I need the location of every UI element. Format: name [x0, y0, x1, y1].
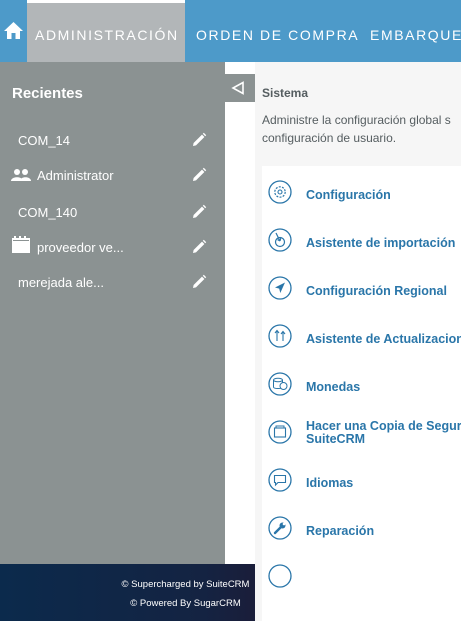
partial-item-icon — [268, 564, 292, 588]
admin-item-label[interactable]: Configuración Regional — [306, 284, 447, 298]
admin-item-label[interactable]: Idiomas — [306, 476, 353, 490]
admin-item-reparacion[interactable]: Reparación — [262, 510, 461, 554]
currencies-icon — [268, 372, 292, 396]
admin-item-actualizacion[interactable]: Asistente de Actualizacion — [262, 318, 461, 362]
recent-item[interactable]: COM_14 — [0, 126, 225, 156]
tab-orden-de-compra[interactable]: ORDEN DE COMPRA — [196, 0, 359, 62]
triangle-left-icon — [231, 81, 244, 95]
section-title: Sistema — [262, 86, 309, 100]
recent-item[interactable]: proveedor ve... — [0, 233, 225, 263]
admin-item-label[interactable]: Hacer una Copia de Segurid SuiteCRM — [306, 420, 461, 446]
admin-item-label[interactable]: Configuración — [306, 188, 391, 202]
recent-item-label[interactable]: COM_14 — [18, 133, 70, 148]
pencil-icon[interactable] — [191, 167, 207, 183]
tab-embarque[interactable]: EMBARQUE — [370, 0, 461, 62]
admin-panel: Configuración Asistente de importación C… — [262, 166, 461, 636]
gear-icon — [268, 180, 292, 204]
pencil-icon[interactable] — [191, 132, 207, 148]
recent-item-label[interactable]: proveedor ve... — [37, 240, 124, 255]
recent-item-label[interactable]: merejada ale... — [18, 275, 104, 290]
admin-item-copia-de-seguridad[interactable]: Hacer una Copia de Segurid SuiteCRM — [262, 414, 461, 458]
calendar-icon — [12, 236, 30, 253]
admin-item-configuracion[interactable]: Configuración — [262, 174, 461, 218]
admin-item-monedas[interactable]: Monedas — [262, 366, 461, 410]
recent-item[interactable]: COM_140 — [0, 198, 225, 228]
sidebar-recent: Recientes COM_14 Administrator COM_140 p… — [0, 62, 225, 564]
admin-item-partial[interactable] — [262, 558, 461, 602]
admin-item-configuracion-regional[interactable]: Configuración Regional — [262, 270, 461, 314]
recent-item[interactable]: Administrator — [0, 161, 225, 191]
import-icon — [268, 228, 292, 252]
pencil-icon[interactable] — [191, 274, 207, 290]
admin-item-label[interactable]: Asistente de Actualizacion — [306, 332, 461, 346]
home-icon — [4, 22, 23, 39]
upgrade-icon — [268, 324, 292, 348]
languages-icon — [268, 468, 292, 492]
home-button[interactable] — [0, 0, 27, 62]
top-navigation: ADMINISTRACIÓN ORDEN DE COMPRA EMBARQUE — [0, 0, 461, 62]
admin-item-idiomas[interactable]: Idiomas — [262, 462, 461, 506]
section-description: Administre la configuración global s con… — [262, 113, 451, 145]
recent-item[interactable]: merejada ale... — [0, 268, 225, 298]
admin-item-label[interactable]: Asistente de importación — [306, 236, 455, 250]
location-arrow-icon — [268, 276, 292, 300]
sidebar-title: Recientes — [12, 85, 83, 102]
recent-item-label[interactable]: COM_140 — [18, 205, 77, 220]
recent-item-label[interactable]: Administrator — [37, 168, 114, 183]
pencil-icon[interactable] — [191, 239, 207, 255]
sidebar-collapse-button[interactable] — [225, 74, 255, 102]
tab-administracion[interactable]: ADMINISTRACIÓN — [27, 0, 185, 62]
admin-item-label[interactable]: Reparación — [306, 524, 374, 538]
main-content: Sistema Administre la configuración glob… — [255, 62, 461, 636]
wrench-icon — [268, 516, 292, 540]
pencil-icon[interactable] — [191, 204, 207, 220]
admin-item-importacion[interactable]: Asistente de importación — [262, 222, 461, 266]
users-icon — [11, 169, 31, 181]
admin-item-label[interactable]: Monedas — [306, 380, 360, 394]
backup-icon — [268, 420, 292, 444]
